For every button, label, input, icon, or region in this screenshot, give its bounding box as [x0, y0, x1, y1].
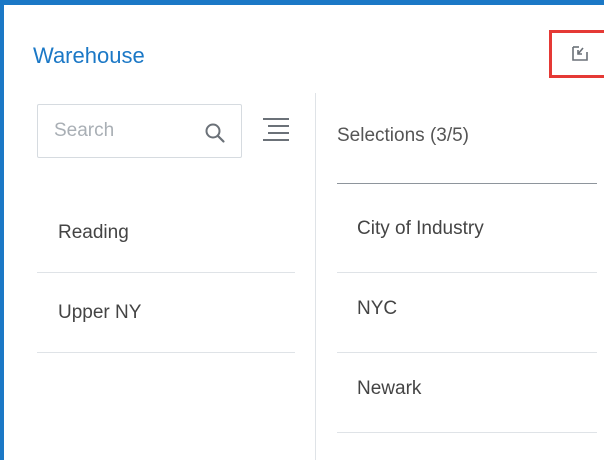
- list-item-label: Newark: [357, 378, 422, 399]
- selections-header: Selections (3/5): [337, 125, 470, 146]
- selection-item-nyc[interactable]: NYC: [337, 273, 597, 353]
- search-icon[interactable]: [203, 121, 227, 145]
- list-item-label: Reading: [58, 221, 129, 243]
- search-input[interactable]: [38, 105, 188, 157]
- list-item-label: City of Industry: [357, 218, 484, 239]
- available-list: Reading Upper NY: [37, 193, 295, 353]
- warehouse-filter-panel: Warehouse Reading Upper NY Selections (3…: [0, 0, 604, 460]
- popout-button[interactable]: [549, 30, 604, 78]
- selections-header-divider: [337, 183, 597, 184]
- available-item-reading[interactable]: Reading: [37, 193, 295, 273]
- selection-item-newark[interactable]: Newark: [337, 353, 597, 433]
- panel-title: Warehouse: [33, 43, 145, 68]
- list-item-label: Upper NY: [58, 301, 142, 323]
- search-field[interactable]: [37, 104, 242, 158]
- column-divider: [315, 93, 316, 460]
- selections-list: City of Industry NYC Newark: [337, 193, 597, 433]
- popout-icon: [572, 46, 588, 61]
- sort-lines-icon[interactable]: [261, 117, 291, 143]
- list-item-label: NYC: [357, 298, 398, 319]
- selection-item-city-of-industry[interactable]: City of Industry: [337, 193, 597, 273]
- available-item-upper-ny[interactable]: Upper NY: [37, 273, 295, 353]
